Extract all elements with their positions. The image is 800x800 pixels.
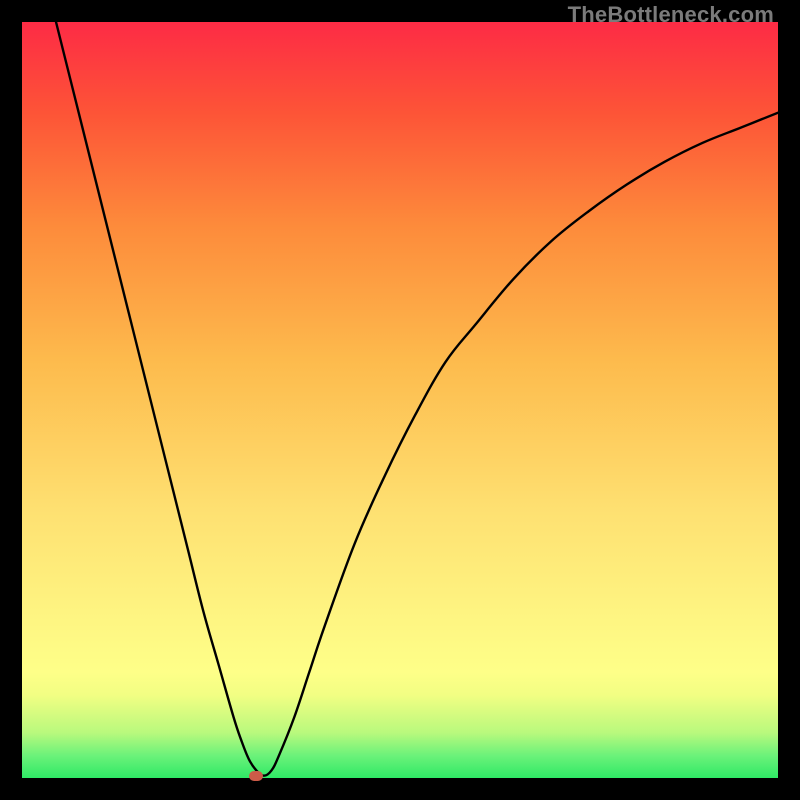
chart-frame: TheBottleneck.com — [0, 0, 800, 800]
watermark-text: TheBottleneck.com — [568, 2, 774, 28]
optimum-marker — [249, 771, 263, 781]
bottleneck-curve — [22, 22, 778, 778]
plot-area — [22, 22, 778, 778]
